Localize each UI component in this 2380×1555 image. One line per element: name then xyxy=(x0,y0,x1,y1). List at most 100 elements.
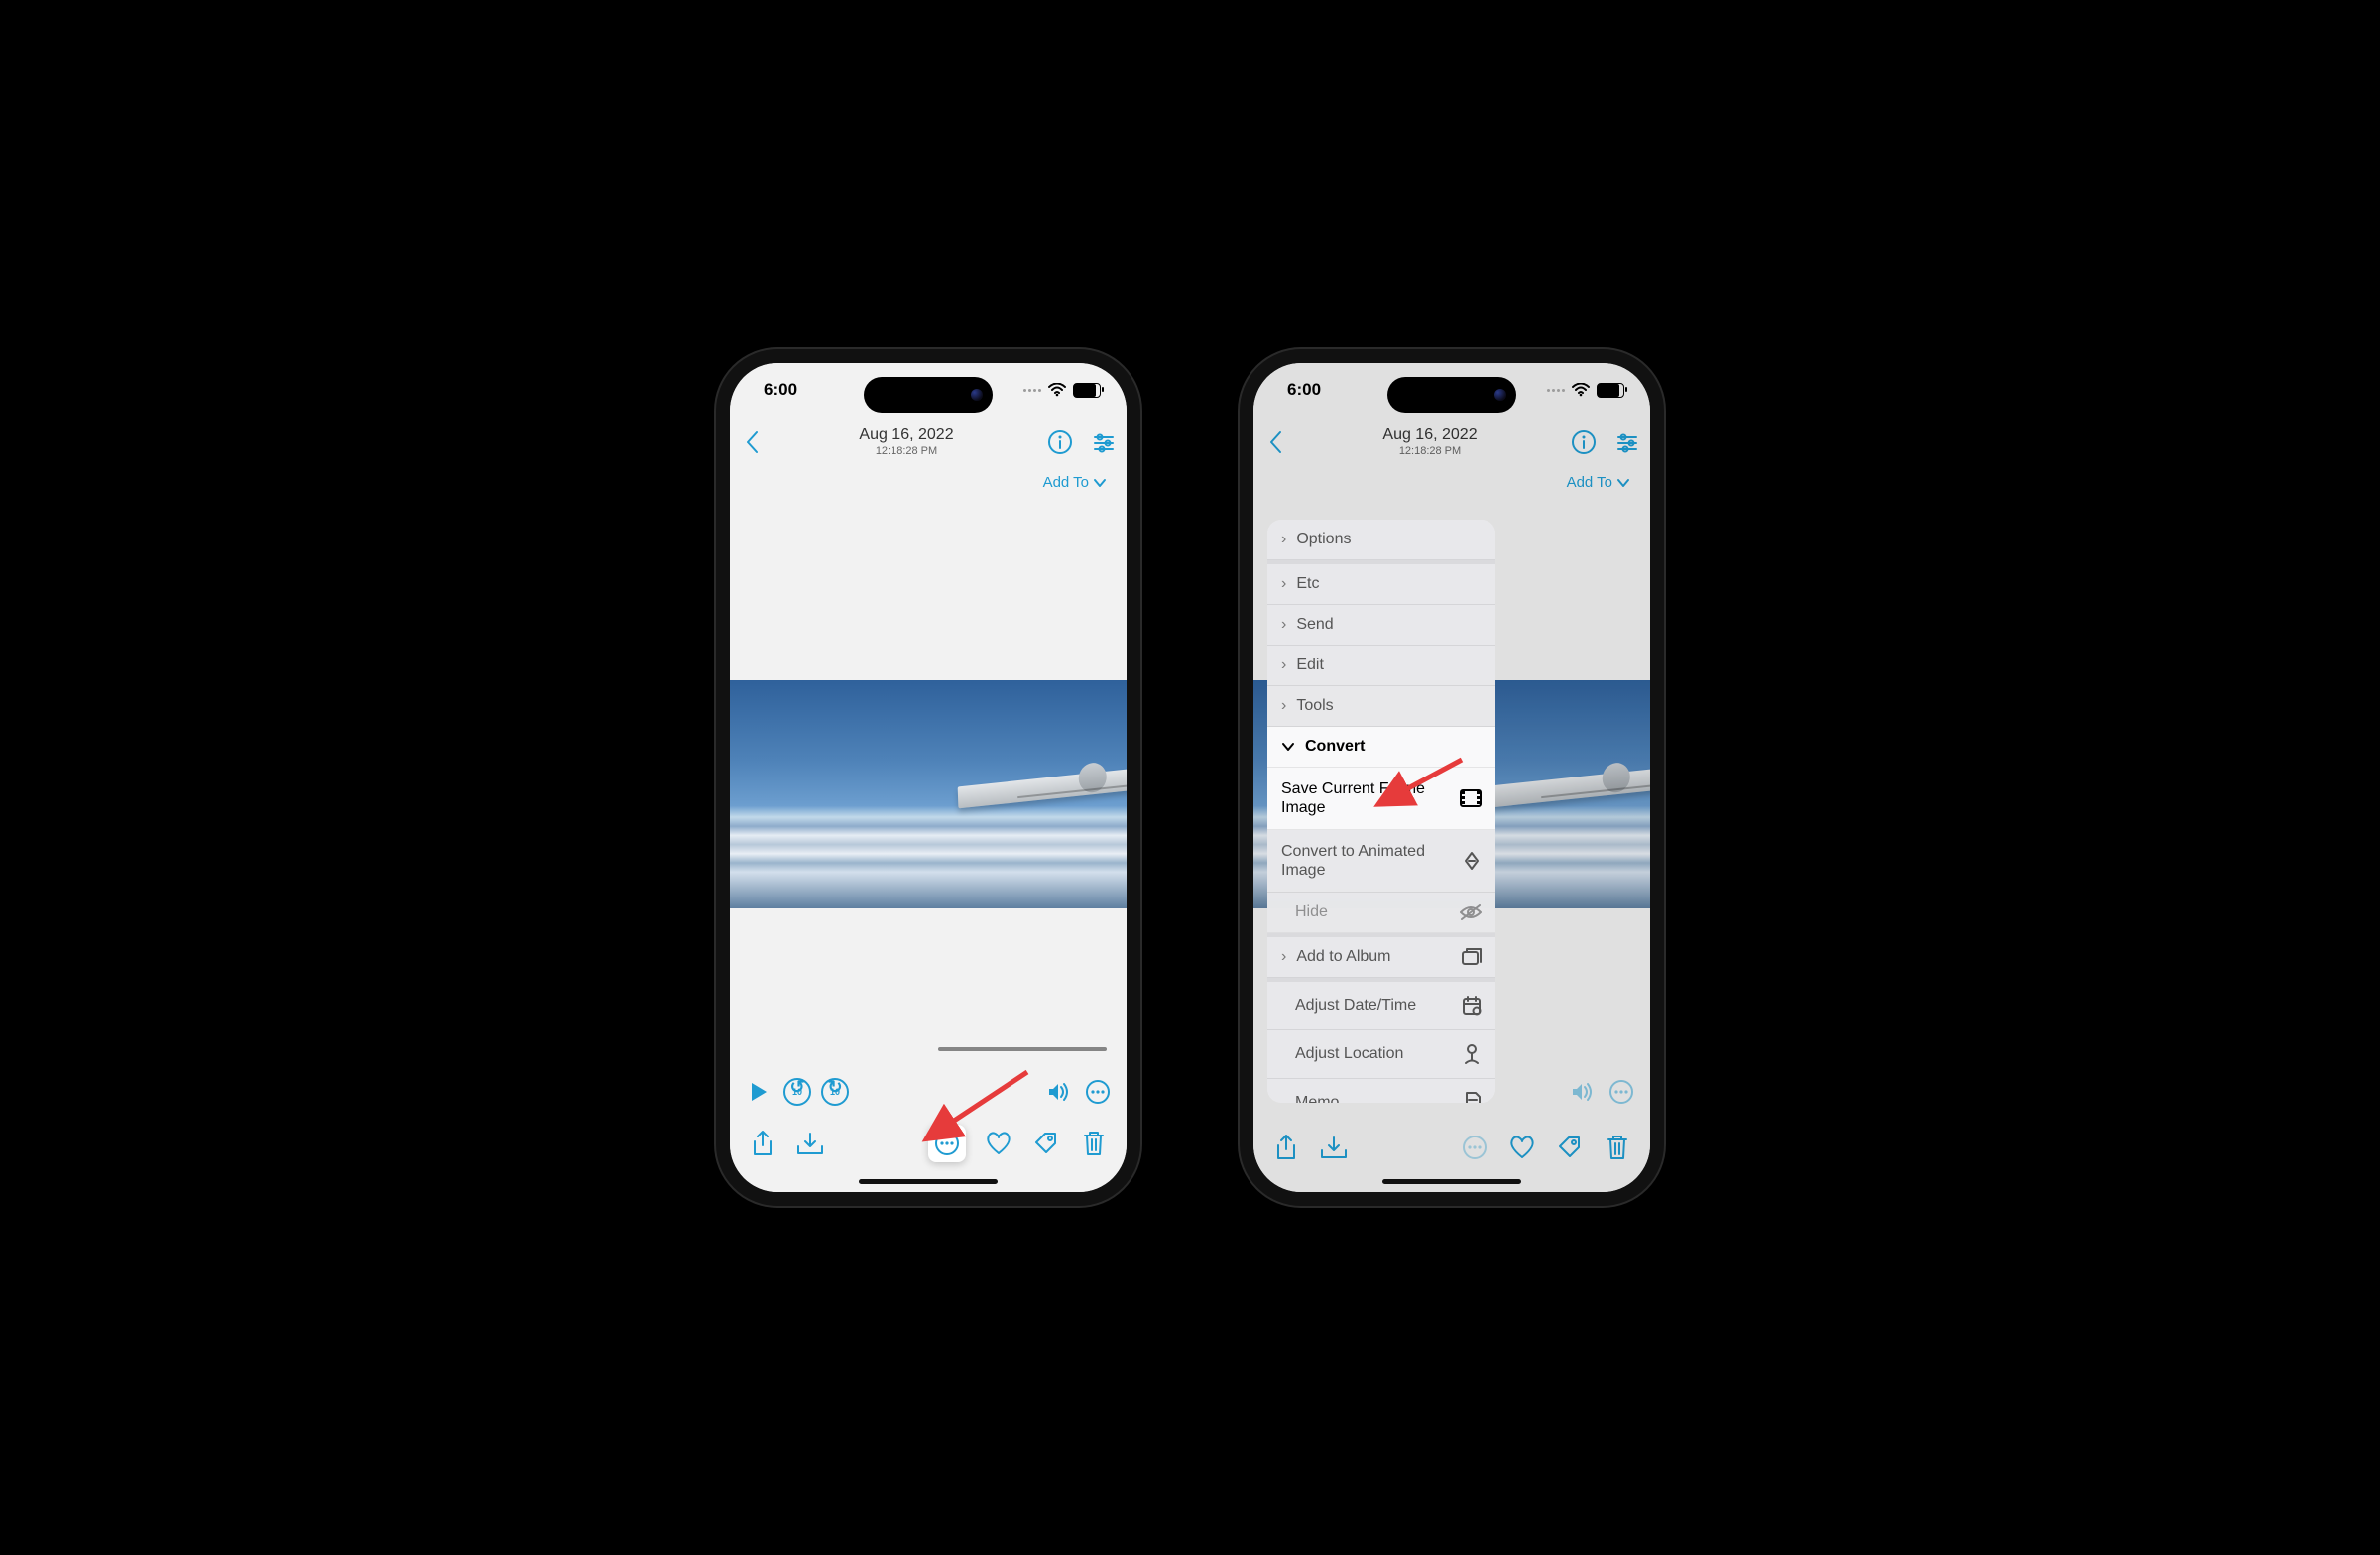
menu-label: Tools xyxy=(1296,697,1482,715)
device-left: 6:00 xyxy=(716,349,1140,1206)
add-to-button[interactable]: Add To xyxy=(1559,468,1638,497)
menu-label: Add to Album xyxy=(1296,948,1452,966)
photo-preview[interactable] xyxy=(730,680,1127,908)
chevron-right-icon: › xyxy=(1281,697,1286,715)
favorite-button[interactable] xyxy=(1507,1133,1537,1162)
volume-button[interactable] xyxy=(1567,1077,1597,1107)
stage: 6:00 xyxy=(0,0,2380,1555)
download-button[interactable] xyxy=(795,1129,825,1158)
signal-dots-icon xyxy=(1023,389,1041,392)
chevron-right-icon: › xyxy=(1281,616,1286,634)
scrubber-track[interactable] xyxy=(938,1047,1107,1051)
menu-label: Hide xyxy=(1281,903,1450,921)
add-to-label: Add To xyxy=(1567,474,1612,491)
calendar-icon xyxy=(1462,996,1482,1016)
more-button-a[interactable] xyxy=(1606,1077,1636,1107)
chevron-down-icon xyxy=(1281,740,1295,754)
menu-label: Etc xyxy=(1296,575,1482,593)
menu-label: Memo xyxy=(1281,1094,1454,1103)
menu-label: Convert to Animated Image xyxy=(1281,842,1452,880)
battery-icon xyxy=(1597,383,1624,398)
bottom-toolbar xyxy=(730,1125,1127,1162)
menu-adjust-location[interactable]: Adjust Location xyxy=(1267,1030,1495,1079)
sliders-button[interactable] xyxy=(1087,425,1121,459)
skip-back-10-button[interactable]: 10 xyxy=(783,1078,811,1106)
playback-toolbar: 10 10 xyxy=(730,1077,1127,1107)
info-button[interactable] xyxy=(1043,425,1077,459)
chevron-right-icon: › xyxy=(1281,531,1286,548)
menu-etc[interactable]: › Etc xyxy=(1267,560,1495,605)
download-button[interactable] xyxy=(1319,1133,1349,1162)
trash-button[interactable] xyxy=(1079,1129,1109,1158)
menu-convert-header[interactable]: Convert xyxy=(1267,727,1495,768)
menu-options[interactable]: › Options xyxy=(1267,520,1495,560)
tag-button[interactable] xyxy=(1555,1133,1585,1162)
home-indicator[interactable] xyxy=(859,1179,998,1184)
header-time: 12:18:28 PM xyxy=(1293,445,1567,458)
menu-hide[interactable]: Hide xyxy=(1267,893,1495,933)
menu-label: Edit xyxy=(1296,657,1482,674)
back-button[interactable] xyxy=(1259,425,1293,459)
status-time: 6:00 xyxy=(764,380,797,400)
share-button[interactable] xyxy=(1271,1133,1301,1162)
chevron-right-icon: › xyxy=(1281,657,1286,674)
trash-button[interactable] xyxy=(1603,1133,1632,1162)
play-button[interactable] xyxy=(744,1077,774,1107)
wifi-icon xyxy=(1572,383,1590,397)
menu-add-to-album[interactable]: › Add to Album xyxy=(1267,933,1495,978)
chevron-right-icon: › xyxy=(1281,575,1286,593)
chevron-down-icon xyxy=(1093,476,1107,490)
screen: 6:00 xyxy=(730,363,1127,1192)
status-bar: 6:00 xyxy=(730,363,1127,417)
menu-tools[interactable]: › Tools xyxy=(1267,686,1495,727)
more-button-b[interactable] xyxy=(928,1125,966,1162)
menu-edit[interactable]: › Edit xyxy=(1267,646,1495,686)
more-button-b[interactable] xyxy=(1460,1133,1489,1162)
favorite-button[interactable] xyxy=(984,1129,1013,1158)
album-icon xyxy=(1462,948,1482,966)
context-menu: › Options › Etc › Send › Edit › Tools xyxy=(1267,520,1495,1103)
skip-forward-10-button[interactable]: 10 xyxy=(821,1078,849,1106)
home-indicator[interactable] xyxy=(1382,1179,1521,1184)
location-pin-icon xyxy=(1462,1043,1482,1065)
menu-save-current-frame[interactable]: Save Current Frame Image xyxy=(1267,768,1495,830)
menu-memo[interactable]: Memo xyxy=(1267,1079,1495,1103)
eye-off-icon xyxy=(1460,904,1482,920)
status-time: 6:00 xyxy=(1287,380,1321,400)
document-icon xyxy=(1464,1092,1482,1103)
more-button-a[interactable] xyxy=(1083,1077,1113,1107)
menu-adjust-datetime[interactable]: Adjust Date/Time xyxy=(1267,978,1495,1030)
device-right: 6:00 xyxy=(1240,349,1664,1206)
menu-label: Options xyxy=(1296,531,1482,548)
nav-header: Aug 16, 2022 12:18:28 PM xyxy=(730,417,1127,468)
wifi-icon xyxy=(1048,383,1066,397)
header-time: 12:18:28 PM xyxy=(770,445,1043,458)
add-to-button[interactable]: Add To xyxy=(1035,468,1115,497)
status-right xyxy=(1547,383,1624,398)
nav-header: Aug 16, 2022 12:18:28 PM xyxy=(1253,417,1650,468)
menu-label: Convert xyxy=(1305,738,1482,756)
chevron-right-icon: › xyxy=(1281,948,1286,966)
battery-icon xyxy=(1073,383,1101,398)
header-date: Aug 16, 2022 xyxy=(1293,426,1567,444)
status-right xyxy=(1023,383,1101,398)
signal-dots-icon xyxy=(1547,389,1565,392)
menu-label: Adjust Date/Time xyxy=(1281,997,1452,1015)
add-to-label: Add To xyxy=(1043,474,1089,491)
menu-convert-animated[interactable]: Convert to Animated Image xyxy=(1267,830,1495,893)
menu-send[interactable]: › Send xyxy=(1267,605,1495,646)
bottom-toolbar xyxy=(1253,1133,1650,1162)
back-button[interactable] xyxy=(736,425,770,459)
volume-button[interactable] xyxy=(1043,1077,1073,1107)
tag-button[interactable] xyxy=(1031,1129,1061,1158)
menu-label: Save Current Frame Image xyxy=(1281,779,1450,817)
sliders-button[interactable] xyxy=(1610,425,1644,459)
menu-label: Adjust Location xyxy=(1281,1045,1452,1063)
frame-image-icon xyxy=(1460,789,1482,807)
animated-image-icon xyxy=(1462,851,1482,871)
chevron-down-icon xyxy=(1616,476,1630,490)
info-button[interactable] xyxy=(1567,425,1601,459)
screen: 6:00 xyxy=(1253,363,1650,1192)
share-button[interactable] xyxy=(748,1129,777,1158)
menu-label: Send xyxy=(1296,616,1482,634)
